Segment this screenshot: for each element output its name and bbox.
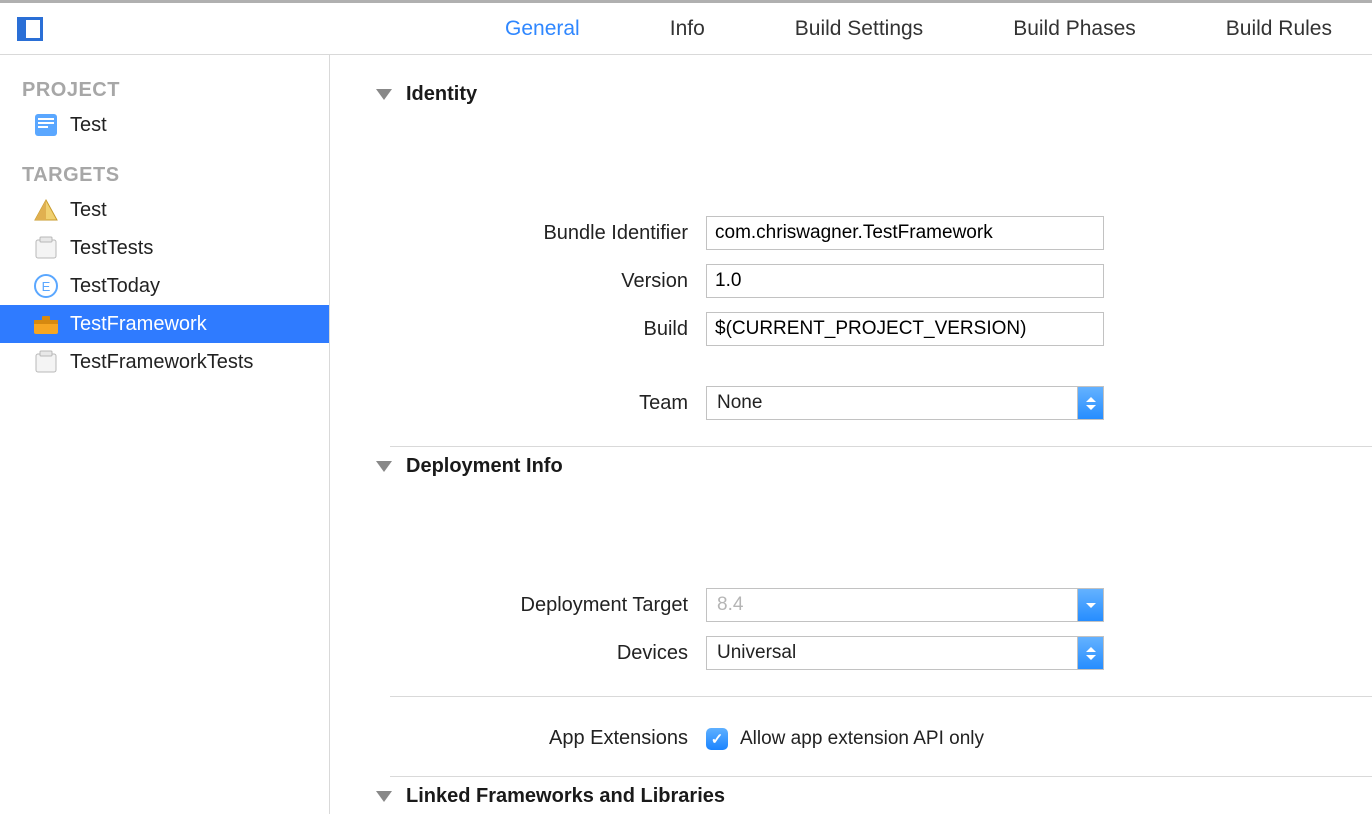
targets-section-header: TARGETS xyxy=(0,158,329,191)
deployment-header[interactable]: Deployment Info xyxy=(376,447,1372,478)
build-label: Build xyxy=(388,318,688,341)
team-value: None xyxy=(707,392,1077,414)
tab-build-settings[interactable]: Build Settings xyxy=(795,17,923,41)
target-label: TestTests xyxy=(70,237,153,260)
target-label: TestFrameworkTests xyxy=(70,351,253,374)
devices-select[interactable]: Universal xyxy=(706,636,1104,670)
left-panel-toggle[interactable] xyxy=(0,17,60,41)
unit-test-icon xyxy=(32,349,60,375)
target-item-today[interactable]: E TestToday xyxy=(0,267,329,305)
linked-frameworks-section: Linked Frameworks and Libraries xyxy=(330,777,1372,808)
target-item-app[interactable]: Test xyxy=(0,191,329,229)
chevron-down-icon xyxy=(1077,589,1103,621)
disclosure-triangle-icon xyxy=(376,461,392,472)
unit-test-icon xyxy=(32,235,60,261)
svg-text:E: E xyxy=(42,279,51,294)
app-extension-checkbox[interactable]: ✓ xyxy=(706,728,728,750)
disclosure-triangle-icon xyxy=(376,791,392,802)
updown-icon xyxy=(1077,637,1103,669)
target-item-framework[interactable]: TestFramework xyxy=(0,305,329,343)
project-section-header: PROJECT xyxy=(0,73,329,106)
team-select[interactable]: None xyxy=(706,386,1104,420)
bundle-id-input[interactable] xyxy=(706,216,1104,250)
target-label: TestFramework xyxy=(70,313,207,336)
linked-frameworks-title: Linked Frameworks and Libraries xyxy=(406,785,725,808)
deployment-section: Deployment Info Deployment Target 8.4 De… xyxy=(330,447,1372,670)
identity-section: Identity Bundle Identifier Version Build… xyxy=(330,75,1372,420)
project-item[interactable]: Test xyxy=(0,106,329,144)
target-label: Test xyxy=(70,199,107,222)
app-target-icon xyxy=(32,197,60,223)
app-extensions-row: App Extensions ✓ Allow app extension API… xyxy=(330,727,1372,750)
target-item-tests[interactable]: TestTests xyxy=(0,229,329,267)
project-navigator: PROJECT Test TARGETS Test TestTests E Te… xyxy=(0,55,330,814)
tab-general[interactable]: General xyxy=(505,17,580,41)
deployment-title: Deployment Info xyxy=(406,455,563,478)
version-label: Version xyxy=(388,270,688,293)
bundle-id-label: Bundle Identifier xyxy=(388,222,688,245)
identity-header[interactable]: Identity xyxy=(376,75,1372,106)
project-label: Test xyxy=(70,114,107,137)
framework-icon xyxy=(32,311,60,337)
tab-build-phases[interactable]: Build Phases xyxy=(1013,17,1136,41)
build-input[interactable] xyxy=(706,312,1104,346)
devices-label: Devices xyxy=(388,642,688,665)
disclosure-triangle-icon xyxy=(376,89,392,100)
tab-info[interactable]: Info xyxy=(670,17,705,41)
extension-icon: E xyxy=(32,273,60,299)
app-extensions-label: App Extensions xyxy=(388,727,688,750)
updown-icon xyxy=(1077,387,1103,419)
target-label: TestToday xyxy=(70,275,160,298)
tab-build-rules[interactable]: Build Rules xyxy=(1226,17,1332,41)
panel-icon xyxy=(17,17,43,41)
deployment-target-value: 8.4 xyxy=(707,594,1077,616)
xcode-project-icon xyxy=(32,112,60,138)
identity-title: Identity xyxy=(406,83,477,106)
devices-value: Universal xyxy=(707,642,1077,664)
version-input[interactable] xyxy=(706,264,1104,298)
editor-tabs: General Info Build Settings Build Phases… xyxy=(60,17,1372,41)
editor-content: Identity Bundle Identifier Version Build… xyxy=(330,55,1372,814)
editor-tab-bar: General Info Build Settings Build Phases… xyxy=(0,0,1372,55)
deployment-target-combobox[interactable]: 8.4 xyxy=(706,588,1104,622)
linked-frameworks-header[interactable]: Linked Frameworks and Libraries xyxy=(376,777,1372,808)
app-extension-checkbox-label: Allow app extension API only xyxy=(740,728,984,750)
team-label: Team xyxy=(388,392,688,415)
deployment-target-label: Deployment Target xyxy=(388,594,688,617)
target-item-framework-tests[interactable]: TestFrameworkTests xyxy=(0,343,329,381)
